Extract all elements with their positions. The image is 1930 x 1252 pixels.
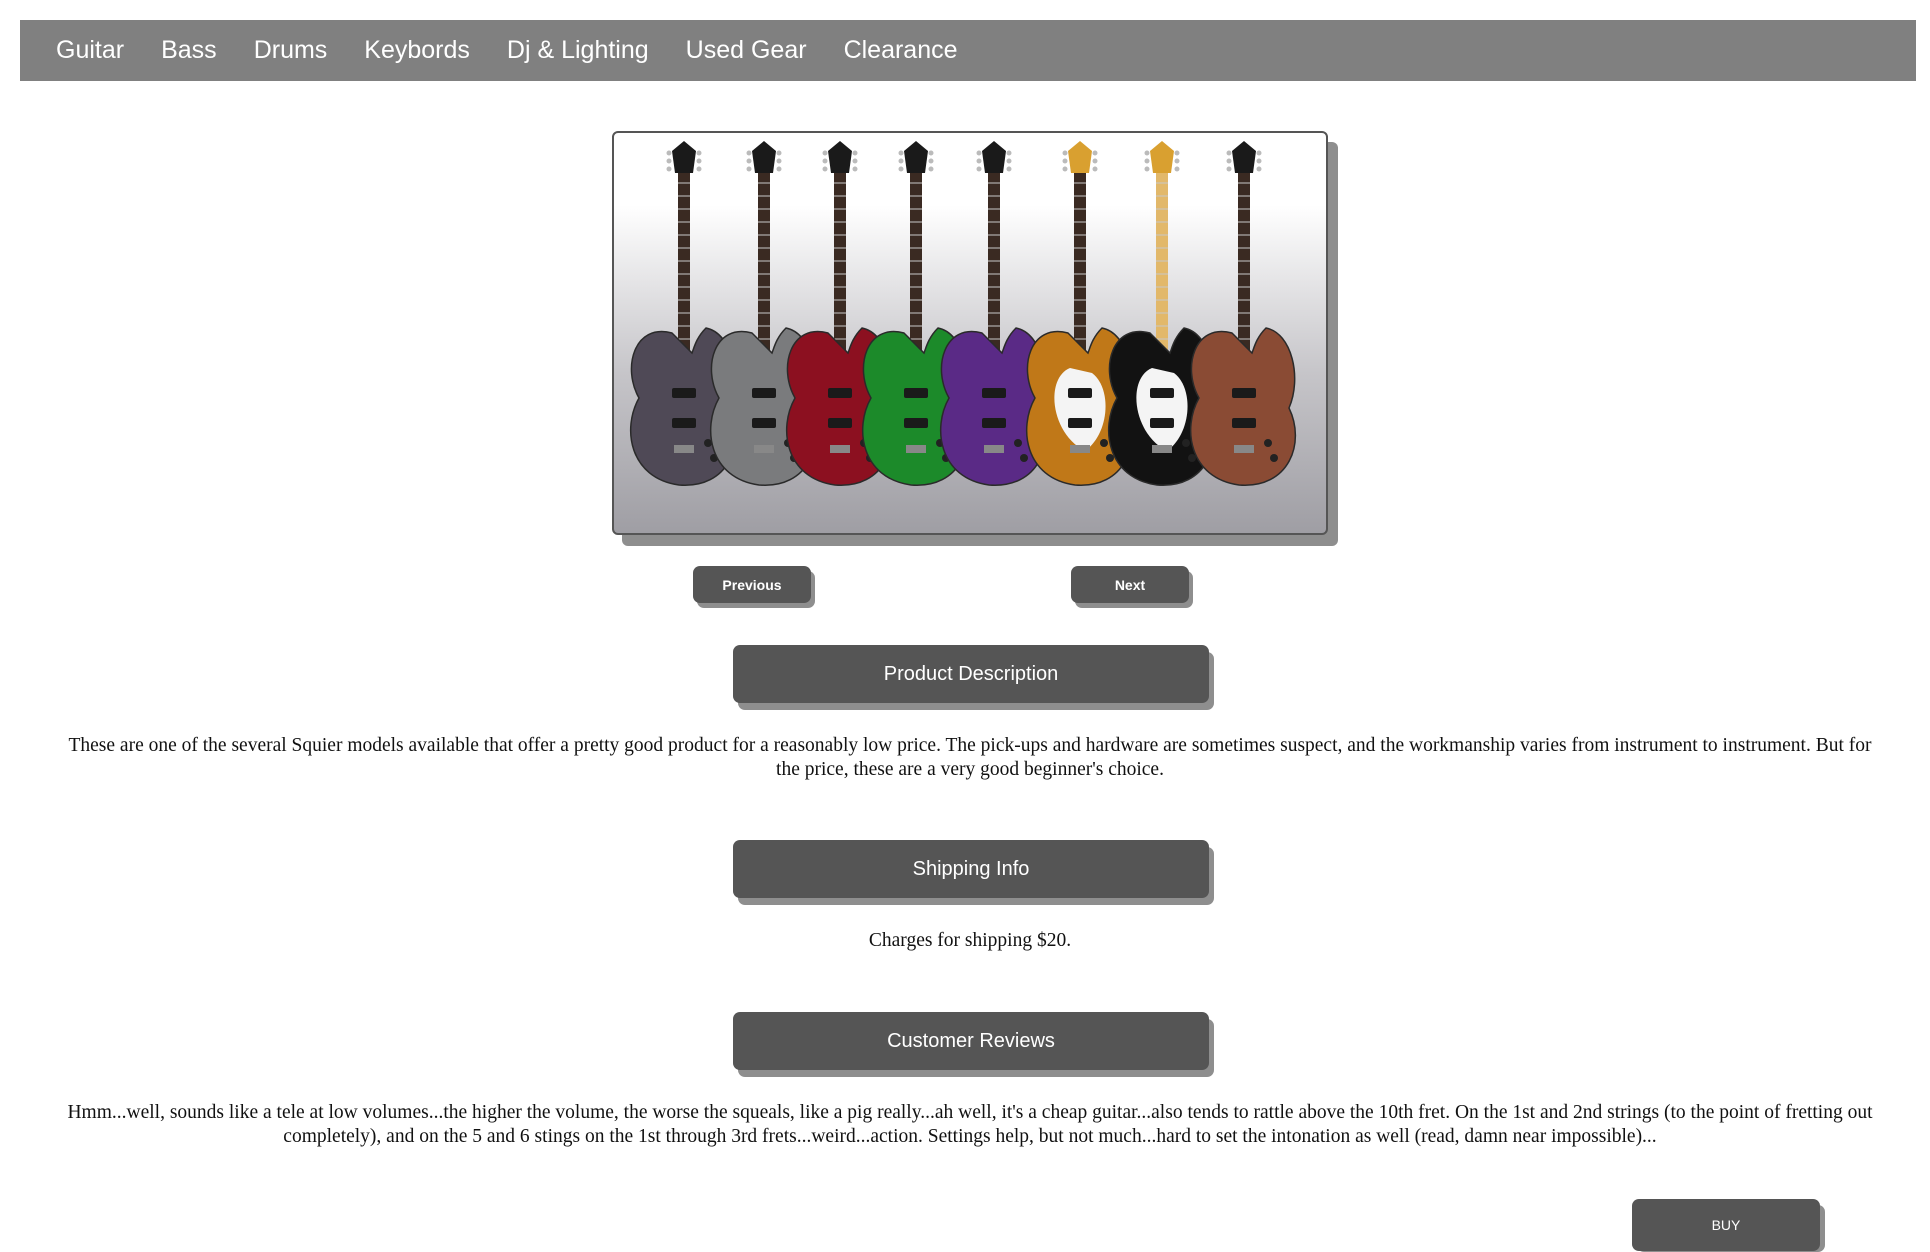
nav-item-bass[interactable]: Bass	[161, 36, 217, 65]
guitar-image-8	[1189, 141, 1297, 486]
nav-item-used-gear[interactable]: Used Gear	[686, 36, 807, 65]
nav-item-keybords[interactable]: Keybords	[364, 36, 470, 65]
guitars-product-image	[629, 141, 1297, 486]
previous-button[interactable]: Previous	[693, 566, 811, 603]
nav-item-clearance[interactable]: Clearance	[844, 36, 958, 65]
shipping-info-button[interactable]: Shipping Info	[733, 840, 1209, 898]
product-image-carousel	[612, 131, 1328, 535]
nav-item-dj-lighting[interactable]: Dj & Lighting	[507, 36, 649, 65]
customer-reviews-text: Hmm...well, sounds like a tele at low vo…	[67, 1102, 1873, 1147]
top-nav: Guitar Bass Drums Keybords Dj & Lighting…	[20, 20, 1916, 81]
nav-item-guitar[interactable]: Guitar	[56, 36, 124, 65]
product-description-button[interactable]: Product Description	[733, 645, 1209, 703]
customer-reviews-button[interactable]: Customer Reviews	[733, 1012, 1209, 1070]
shipping-info-text: Charges for shipping $20.	[868, 930, 1072, 951]
next-button[interactable]: Next	[1071, 566, 1189, 603]
nav-item-drums[interactable]: Drums	[254, 36, 328, 65]
buy-button[interactable]: BUY	[1632, 1199, 1820, 1251]
product-description-text: These are one of the several Squier mode…	[68, 735, 1872, 780]
